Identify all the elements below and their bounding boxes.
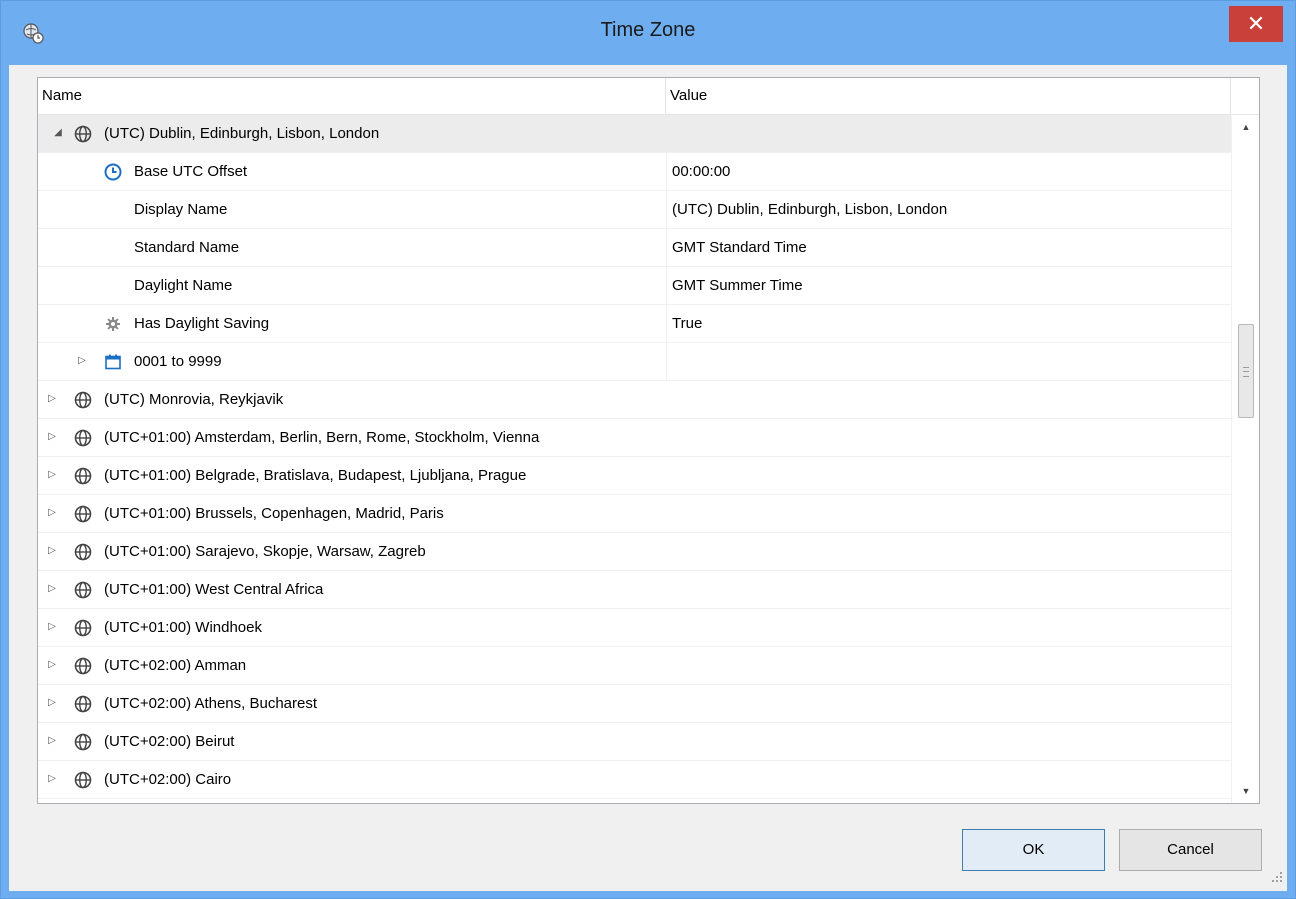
property-row-daylight-name[interactable]: Daylight Name GMT Summer Time [38, 267, 1231, 305]
property-value: True [672, 315, 703, 332]
window-title: Time Zone [600, 19, 696, 41]
property-value: GMT Summer Time [672, 277, 803, 294]
property-value: 00:00:00 [672, 163, 731, 180]
globe-icon [74, 619, 92, 637]
tree-row-zone[interactable]: ▷ (UTC+02:00) Beirut [38, 723, 1231, 761]
expand-icon[interactable]: ▷ [46, 393, 58, 405]
tree-row-zone[interactable]: ▷ (UTC+01:00) Windhoek [38, 609, 1231, 647]
zone-value [666, 115, 1231, 152]
column-header: Name Value [38, 78, 1259, 115]
time-zone-tree[interactable]: Name Value ◢ (UTC) Dublin, Edinburgh, Li… [37, 77, 1260, 804]
tree-rows: ◢ (UTC) Dublin, Edinburgh, Lisbon, Londo… [38, 115, 1231, 799]
property-row-base-utc-offset[interactable]: Base UTC Offset 00:00:00 [38, 153, 1231, 191]
dialog-body: Name Value ◢ (UTC) Dublin, Edinburgh, Li… [9, 65, 1287, 891]
zone-label: (UTC+02:00) Athens, Bucharest [104, 695, 318, 712]
globe-icon [74, 733, 92, 751]
time-zone-dialog: Time Zone ✕ Name Value ◢ (UTC) Dublin, E… [0, 0, 1296, 899]
zone-value [666, 571, 1231, 608]
globe-icon [74, 543, 92, 561]
vertical-scrollbar[interactable]: ▲ ▼ [1231, 115, 1259, 803]
collapse-icon[interactable]: ◢ [52, 127, 64, 139]
column-header-value[interactable]: Value [666, 78, 1231, 114]
zone-value [666, 381, 1231, 418]
property-row-adjustment-rule[interactable]: ▷ 0001 to 9999 [38, 343, 1231, 381]
zone-label: (UTC+01:00) Brussels, Copenhagen, Madrid… [104, 505, 444, 522]
property-label: Display Name [134, 201, 228, 218]
zone-label: (UTC+01:00) Sarajevo, Skopje, Warsaw, Za… [104, 543, 426, 560]
zone-value [666, 419, 1231, 456]
globe-icon [74, 505, 92, 523]
tree-row-zone[interactable]: ▷ (UTC+01:00) Belgrade, Bratislava, Budap… [38, 457, 1231, 495]
expand-icon[interactable]: ▷ [46, 735, 58, 747]
tree-row-zone[interactable]: ▷ (UTC+02:00) Cairo [38, 761, 1231, 799]
ok-button[interactable]: OK [962, 829, 1105, 871]
property-value: GMT Standard Time [672, 239, 807, 256]
zone-label: (UTC+01:00) Belgrade, Bratislava, Budape… [104, 467, 527, 484]
column-header-name[interactable]: Name [38, 78, 666, 114]
zone-label: (UTC) Dublin, Edinburgh, Lisbon, London [104, 125, 380, 142]
zone-label: (UTC+02:00) Beirut [104, 733, 235, 750]
zone-value [666, 723, 1231, 760]
close-button[interactable]: ✕ [1229, 6, 1283, 42]
title-bar[interactable]: Time Zone ✕ [1, 1, 1295, 65]
tree-row-zone[interactable]: ▷ (UTC+01:00) Sarajevo, Skopje, Warsaw, Z… [38, 533, 1231, 571]
zone-label: (UTC+01:00) Windhoek [104, 619, 262, 636]
property-label: Has Daylight Saving [134, 315, 270, 332]
clock-icon [104, 163, 122, 181]
property-row-has-daylight-saving[interactable]: Has Daylight Saving True [38, 305, 1231, 343]
globe-icon [74, 695, 92, 713]
zone-value [666, 685, 1231, 722]
zone-label: (UTC+02:00) Cairo [104, 771, 232, 788]
calendar-icon [105, 354, 121, 370]
expand-icon[interactable]: ▷ [46, 773, 58, 785]
property-label: 0001 to 9999 [134, 353, 222, 370]
expand-icon[interactable]: ▷ [46, 469, 58, 481]
tree-row-zone[interactable]: ▷ (UTC+01:00) Brussels, Copenhagen, Madri… [38, 495, 1231, 533]
globe-icon [74, 771, 92, 789]
zone-label: (UTC) Monrovia, Reykjavik [104, 391, 284, 408]
scroll-thumb[interactable] [1238, 324, 1254, 418]
zone-label: (UTC+02:00) Amman [104, 657, 247, 674]
gear-icon [106, 317, 120, 331]
scroll-up-icon[interactable]: ▲ [1232, 115, 1259, 139]
tree-row-zone[interactable]: ▷ (UTC+01:00) Amsterdam, Berlin, Bern, Ro… [38, 419, 1231, 457]
expand-icon[interactable]: ▷ [46, 697, 58, 709]
globe-icon [74, 581, 92, 599]
scroll-down-icon[interactable]: ▼ [1232, 779, 1259, 803]
zone-label: (UTC+01:00) West Central Africa [104, 581, 324, 598]
globe-icon [74, 391, 92, 409]
expand-icon[interactable]: ▷ [76, 355, 88, 367]
resize-grip-icon[interactable] [1271, 871, 1283, 883]
property-label: Base UTC Offset [134, 163, 248, 180]
expand-icon[interactable]: ▷ [46, 431, 58, 443]
zone-value [666, 533, 1231, 570]
cancel-button[interactable]: Cancel [1119, 829, 1262, 871]
tree-row-expanded-zone[interactable]: ◢ (UTC) Dublin, Edinburgh, Lisbon, Londo… [38, 115, 1231, 153]
tree-row-zone[interactable]: ▷ (UTC+02:00) Athens, Bucharest [38, 685, 1231, 723]
property-row-display-name[interactable]: Display Name (UTC) Dublin, Edinburgh, Li… [38, 191, 1231, 229]
property-value: (UTC) Dublin, Edinburgh, Lisbon, London [672, 201, 948, 218]
zone-value [666, 647, 1231, 684]
expand-icon[interactable]: ▷ [46, 583, 58, 595]
zone-value [666, 495, 1231, 532]
globe-icon [74, 657, 92, 675]
expand-icon[interactable]: ▷ [46, 621, 58, 633]
tree-row-zone[interactable]: ▷ (UTC+01:00) West Central Africa [38, 571, 1231, 609]
property-label: Daylight Name [134, 277, 233, 294]
zone-value [666, 457, 1231, 494]
expand-icon[interactable]: ▷ [46, 507, 58, 519]
expand-icon[interactable]: ▷ [46, 545, 58, 557]
property-value [666, 343, 1231, 380]
property-label: Standard Name [134, 239, 240, 256]
zone-value [666, 761, 1231, 798]
property-row-standard-name[interactable]: Standard Name GMT Standard Time [38, 229, 1231, 267]
zone-value [666, 609, 1231, 646]
globe-icon [74, 125, 92, 143]
zone-label: (UTC+01:00) Amsterdam, Berlin, Bern, Rom… [104, 429, 540, 446]
globe-icon [74, 429, 92, 447]
expand-icon[interactable]: ▷ [46, 659, 58, 671]
globe-icon [74, 467, 92, 485]
tree-row-zone[interactable]: ▷ (UTC) Monrovia, Reykjavik [38, 381, 1231, 419]
tree-row-zone[interactable]: ▷ (UTC+02:00) Amman [38, 647, 1231, 685]
